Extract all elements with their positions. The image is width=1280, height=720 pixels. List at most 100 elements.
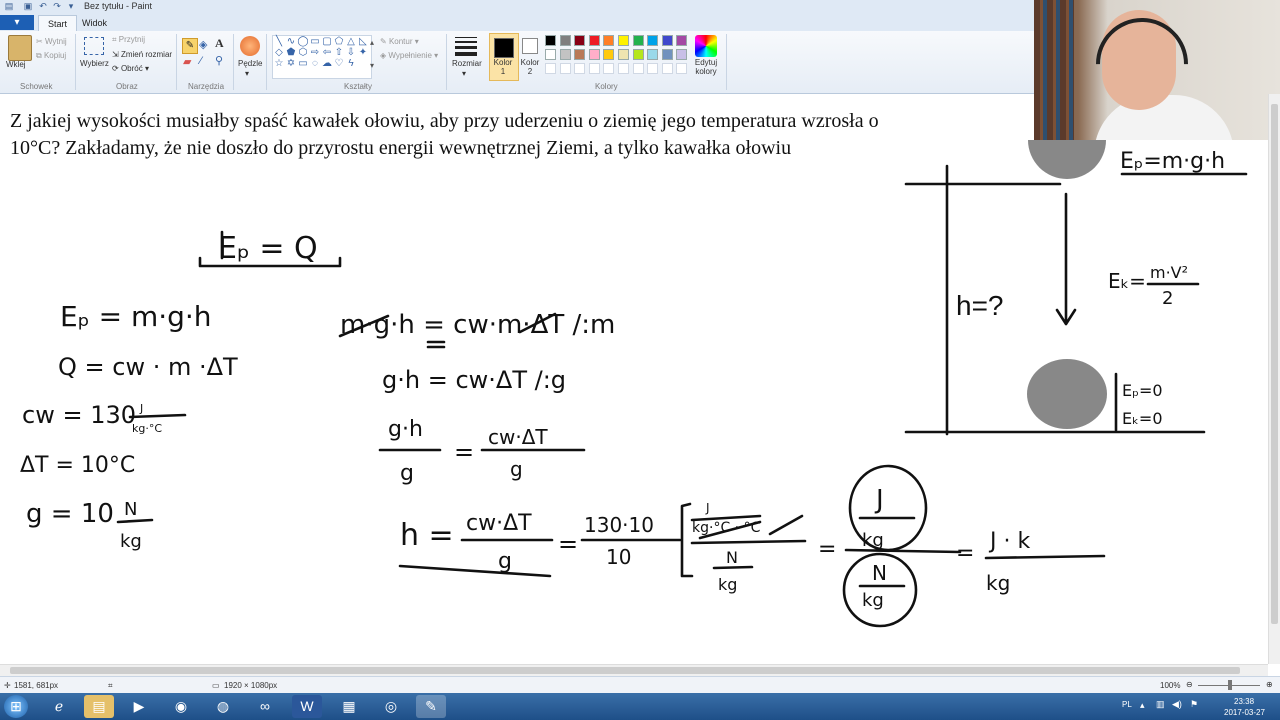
color2-label[interactable]: Kolor 2 [518, 58, 542, 76]
edit-colors-button[interactable]: Edytuj kolory [690, 58, 722, 76]
start-button-icon[interactable]: ⊞ [4, 695, 28, 718]
color-picker-icon[interactable]: ⁄ [200, 55, 202, 67]
size-button[interactable]: Rozmiar [452, 59, 482, 68]
heart-shape-icon[interactable]: ♡ [333, 58, 345, 69]
callout-oval-shape-icon[interactable]: ◌ [309, 58, 321, 69]
flag-icon[interactable]: ⚑ [1190, 699, 1198, 710]
diamond-shape-icon[interactable]: ◇ [273, 47, 285, 58]
palette-swatch[interactable] [661, 49, 673, 60]
line-shape-icon[interactable]: ╲ [273, 36, 285, 47]
rectangle-shape-icon[interactable]: ▭ [309, 36, 321, 47]
lightning-shape-icon[interactable]: ϟ [345, 58, 357, 69]
visual-studio-icon[interactable]: ∞ [250, 695, 280, 718]
palette-swatch[interactable] [647, 49, 659, 60]
custom-color-slot[interactable] [661, 63, 673, 74]
clock-time[interactable]: 23:38 [1234, 697, 1254, 706]
cut-button[interactable]: ✂ Wytnij [36, 37, 67, 46]
palette-swatch[interactable] [603, 49, 615, 60]
size-icon[interactable] [455, 37, 477, 56]
word-icon[interactable]: W [292, 695, 322, 718]
palette-swatch[interactable] [559, 35, 571, 46]
star6-shape-icon[interactable]: ✡ [285, 58, 297, 69]
custom-color-slot[interactable] [632, 63, 644, 74]
brushes-button[interactable]: Pędzle [238, 59, 262, 68]
paint-app-icon[interactable]: ▤ [3, 1, 15, 12]
palette-swatch[interactable] [632, 35, 644, 46]
horizontal-scroll-thumb[interactable] [10, 667, 1240, 674]
volume-icon[interactable]: ◀) [1172, 699, 1182, 710]
shapes-gallery[interactable]: ╲ ∿ ◯ ▭ ▢ ⬠ △ ◺ ◇ ⬟ ⬡ ⇨ ⇦ ⇧ ⇩ ✦ ☆ ✡ ▭ ◌ … [272, 35, 372, 79]
star5-shape-icon[interactable]: ☆ [273, 58, 285, 69]
arrow-right-shape-icon[interactable]: ⇨ [309, 47, 321, 58]
text-tool-icon[interactable]: A [215, 36, 224, 51]
palette-swatch[interactable] [618, 35, 629, 46]
curve-shape-icon[interactable]: ∿ [285, 36, 297, 47]
paste-button[interactable]: Wklej [6, 60, 26, 69]
palette-swatch[interactable] [574, 35, 586, 46]
palette-swatch[interactable] [588, 35, 600, 46]
paint-taskbar-icon[interactable]: ✎ [416, 695, 446, 718]
palette-swatch[interactable] [588, 49, 600, 60]
size-dropdown-icon[interactable]: ▾ [462, 69, 466, 78]
polygon-shape-icon[interactable]: ⬠ [333, 36, 345, 47]
firefox-icon[interactable]: ◍ [208, 695, 238, 718]
star4-shape-icon[interactable]: ✦ [357, 47, 369, 58]
internet-explorer-icon[interactable]: ℯ [44, 695, 74, 718]
vertical-scrollbar[interactable] [1268, 94, 1280, 664]
hexagon-shape-icon[interactable]: ⬡ [297, 47, 309, 58]
select-icon[interactable] [84, 37, 104, 55]
tray-chevron-icon[interactable]: ▴ [1140, 700, 1145, 711]
custom-color-slot[interactable] [545, 63, 556, 74]
paste-icon[interactable] [8, 35, 32, 61]
brush-icon[interactable] [240, 36, 260, 56]
custom-color-slot[interactable] [574, 63, 586, 74]
palette-swatch[interactable] [676, 35, 688, 46]
palette-swatch[interactable] [647, 35, 659, 46]
zoom-out-icon[interactable]: ⊖ [1186, 680, 1193, 689]
right-triangle-shape-icon[interactable]: ◺ [357, 36, 369, 47]
custom-color-slot[interactable] [603, 63, 615, 74]
obs-icon[interactable]: ◎ [376, 695, 406, 718]
cloud-shape-icon[interactable]: ☁ [321, 58, 333, 69]
custom-color-slot[interactable] [588, 63, 600, 74]
custom-color-slot[interactable] [647, 63, 659, 74]
calculator-icon[interactable]: ▦ [334, 695, 364, 718]
rounded-rectangle-shape-icon[interactable]: ▢ [321, 36, 333, 47]
palette-swatch[interactable] [618, 49, 629, 60]
fill-bucket-icon[interactable]: ◈ [199, 38, 207, 51]
media-player-icon[interactable]: ▶ [124, 695, 154, 718]
palette-swatch[interactable] [603, 35, 615, 46]
chrome-icon[interactable]: ◉ [166, 695, 196, 718]
custom-color-slot[interactable] [676, 63, 688, 74]
zoom-slider-thumb[interactable] [1228, 680, 1232, 690]
select-button[interactable]: Wybierz [80, 59, 109, 68]
palette-swatch[interactable] [676, 49, 688, 60]
arrow-left-shape-icon[interactable]: ⇦ [321, 47, 333, 58]
triangle-shape-icon[interactable]: △ [345, 36, 357, 47]
vertical-scroll-thumb[interactable] [1271, 104, 1278, 624]
zoom-in-icon[interactable]: ⊕ [1266, 680, 1273, 689]
custom-color-slot[interactable] [618, 63, 629, 74]
clock-date[interactable]: 2017-03-27 [1224, 708, 1265, 717]
arrow-up-shape-icon[interactable]: ⇧ [333, 47, 345, 58]
callout-rect-shape-icon[interactable]: ▭ [297, 58, 309, 69]
palette-swatch[interactable] [545, 35, 556, 46]
magnifier-icon[interactable]: ⚲ [215, 54, 223, 67]
oval-shape-icon[interactable]: ◯ [297, 36, 309, 47]
resize-button[interactable]: ⇲ Zmień rozmiar [112, 50, 172, 59]
undo-icon[interactable]: ↶ [37, 1, 49, 12]
fill-button[interactable]: ◈ Wypełnienie ▾ [380, 51, 438, 60]
palette-swatch[interactable] [632, 49, 644, 60]
palette-swatch[interactable] [661, 35, 673, 46]
shapes-more-icon[interactable]: ▾ [370, 61, 374, 70]
redo-icon[interactable]: ↷ [51, 1, 63, 12]
save-icon[interactable]: ▣ [22, 1, 34, 12]
color2-swatch[interactable] [522, 38, 538, 54]
file-explorer-icon[interactable]: ▤ [84, 695, 114, 718]
crop-button[interactable]: ⌗ Przytnij [112, 35, 145, 45]
brushes-dropdown-icon[interactable]: ▾ [245, 69, 249, 78]
language-indicator[interactable]: PL [1122, 700, 1132, 709]
edit-colors-icon[interactable] [695, 35, 717, 57]
custom-color-slot[interactable] [559, 63, 571, 74]
customize-quick-access-icon[interactable]: ▾ [65, 1, 77, 12]
